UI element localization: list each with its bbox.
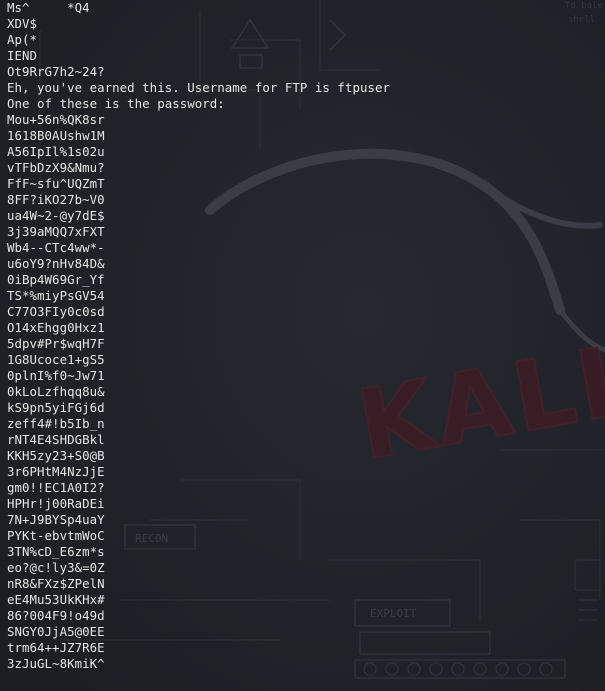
password-candidate: 3r6PHtM4NzJjE: [7, 464, 105, 479]
password-candidate: 3zJuGL~8KmiK^: [7, 656, 105, 671]
password-candidate: Mou+56n%QK8sr: [7, 112, 105, 127]
password-candidate: gm0!!EC1A0I2?: [7, 480, 105, 495]
password-candidate: eE4Mu53UkKHx#: [7, 592, 105, 607]
password-candidate: TS*%miyPsGV54: [7, 288, 105, 303]
ftp-username-message: Eh, you've earned this. Username for FTP…: [7, 80, 390, 95]
password-list-heading: One of these is the password:: [7, 96, 225, 111]
password-candidate: vTFbDzX9&Nmu?: [7, 160, 105, 175]
password-candidate: 0plnI%f0~Jw71: [7, 368, 105, 383]
password-candidate: 3j39aMQQ7xFXT: [7, 224, 105, 239]
terminal-line: Ms^ *Q4: [7, 0, 90, 15]
password-candidate: Wb4--CTc4ww*-: [7, 240, 105, 255]
password-candidate: 86?004F9!o49d: [7, 608, 105, 623]
password-candidate: 3TN%cD_E6zm*s: [7, 544, 105, 559]
password-candidate: trm64++JZ7R6E: [7, 640, 105, 655]
password-candidate: C77O3FIy0c0sd: [7, 304, 105, 319]
password-candidate: O14xEhgg0Hxz1: [7, 320, 105, 335]
password-candidate: 5dpv#Pr$wqH7F: [7, 336, 105, 351]
password-candidate: kS9pn5yiFGj6d: [7, 400, 105, 415]
password-candidate: HPHr!j00RaDEi: [7, 496, 105, 511]
password-candidate: u6oY9?nHv84D&: [7, 256, 105, 271]
password-candidate: FfF~sfu^UQZmT: [7, 176, 105, 191]
password-candidate: nR8&FXz$ZPelN: [7, 576, 105, 591]
password-candidate: 1618B0AUshw1M: [7, 128, 105, 143]
password-candidate: 0kLoLzfhqq8u&: [7, 384, 105, 399]
terminal-line: Ap(*: [7, 32, 38, 47]
password-candidate: 0iBp4W69Gr_Yf: [7, 272, 105, 287]
password-candidate: A56IpIl%1s02u: [7, 144, 105, 159]
password-candidate: PYKt-ebvtmWoC: [7, 528, 105, 543]
password-candidate: zeff4#!b5Ib_n: [7, 416, 105, 431]
password-candidate: 8FF?iKO27b~V0: [7, 192, 105, 207]
password-candidate: 7N+J9BYSp4uaY: [7, 512, 105, 527]
password-candidate: rNT4E4SHDGBkl: [7, 432, 105, 447]
terminal-line: Ot9RrG7h2~24?: [7, 64, 105, 79]
password-candidate: ua4W~2-@y7dE$: [7, 208, 105, 223]
password-candidate: 1G8Ucoce1+gS5: [7, 352, 105, 367]
terminal-line: XDV$: [7, 16, 38, 31]
terminal-line: IEND: [7, 48, 38, 63]
password-candidate: eo?@c!ly3&=0Z: [7, 560, 105, 575]
password-candidate: SNGY0JjA5@0EE: [7, 624, 105, 639]
terminal-output[interactable]: Ms^ *Q4 XDV$ Ap(* IEND Ot9RrG7h2~24? Eh,…: [7, 0, 597, 691]
password-candidate: KKH5zy23+S0@B: [7, 448, 105, 463]
